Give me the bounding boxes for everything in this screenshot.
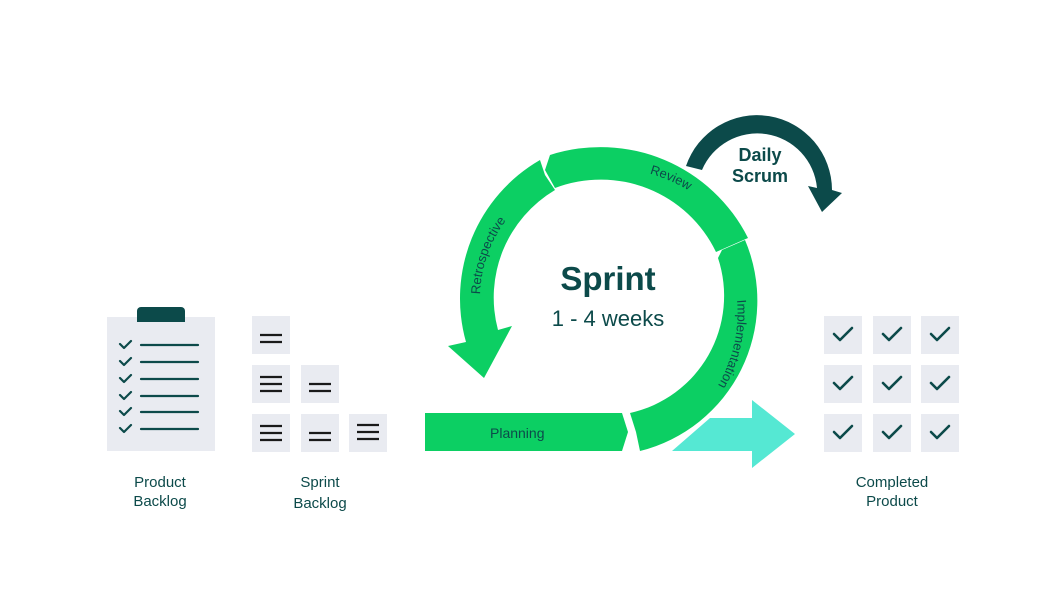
check-icon [832,326,854,342]
completed-product-label: Completed Product [837,473,947,511]
completed-product-label-line2: Product [866,493,918,510]
check-icon [881,424,903,440]
check-icon [929,375,951,391]
check-icon [881,326,903,342]
check-icon [929,326,951,342]
check-icon [832,424,854,440]
check-icon [929,424,951,440]
completed-product-label-line1: Completed [855,474,929,491]
check-icon [881,375,903,391]
check-icon [832,375,854,391]
